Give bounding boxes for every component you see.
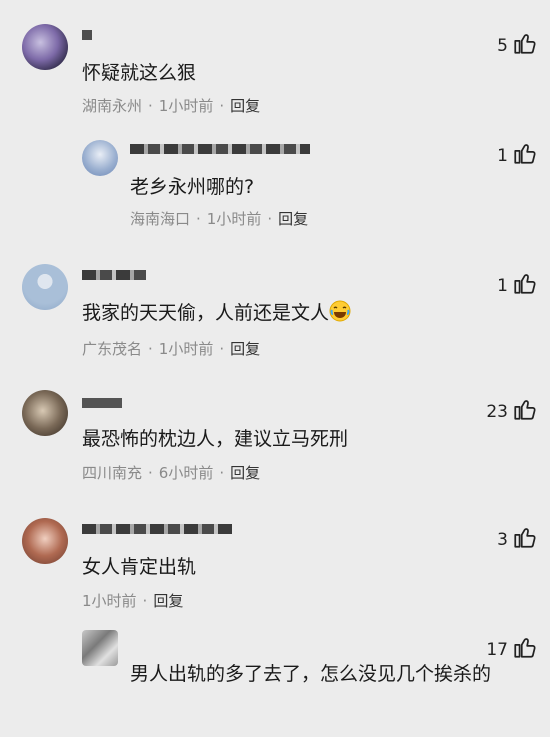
timestamp: 6小时前 bbox=[158, 464, 214, 482]
location: 广东茂名 bbox=[82, 340, 143, 358]
comment-text: 最恐怖的枕边人，建议立马死刑 bbox=[82, 428, 349, 450]
thumbs-up-icon bbox=[512, 396, 538, 427]
username-blurred[interactable] bbox=[82, 398, 122, 408]
comment-text: 我家的天天偷，人前还是文人 bbox=[82, 298, 351, 327]
username-blurred[interactable] bbox=[82, 30, 92, 40]
thumbs-up-icon bbox=[512, 270, 538, 301]
like-count: 1 bbox=[497, 275, 508, 296]
comment-meta: 1小时前 · 回复 bbox=[82, 592, 184, 610]
avatar[interactable] bbox=[22, 390, 68, 436]
comment-meta: 湖南永州 · 1小时前 · 回复 bbox=[82, 97, 261, 115]
thumbs-up-icon bbox=[512, 30, 538, 61]
like-count: 5 bbox=[497, 35, 508, 56]
location: 海南海口 bbox=[130, 210, 191, 228]
like-button[interactable]: 5 bbox=[497, 30, 538, 61]
username-blurred[interactable] bbox=[82, 524, 232, 534]
comment-text: 老乡永州哪的? bbox=[130, 176, 255, 198]
avatar[interactable] bbox=[22, 264, 68, 310]
like-button[interactable]: 23 bbox=[486, 396, 538, 427]
reply-button[interactable]: 回复 bbox=[278, 210, 308, 228]
timestamp: 1小时前 bbox=[158, 340, 214, 358]
like-button[interactable]: 3 bbox=[497, 524, 538, 555]
location: 四川南充 bbox=[82, 464, 143, 482]
comment-text: 女人肯定出轨 bbox=[82, 556, 197, 578]
comment-text-body: 我家的天天偷，人前还是文人 bbox=[82, 302, 330, 324]
avatar[interactable] bbox=[82, 140, 118, 176]
thumbs-up-icon bbox=[512, 140, 538, 171]
like-count: 3 bbox=[497, 529, 508, 550]
timestamp: 1小时前 bbox=[82, 592, 137, 610]
reply-button[interactable]: 回复 bbox=[230, 340, 260, 358]
comment-meta: 海南海口 · 1小时前 · 回复 bbox=[130, 210, 309, 228]
comment-text: 怀疑就这么狠 bbox=[82, 62, 197, 84]
timestamp: 1小时前 bbox=[158, 97, 214, 115]
like-count: 23 bbox=[486, 401, 508, 422]
like-button[interactable]: 1 bbox=[497, 140, 538, 171]
laughing-tears-emoji-icon bbox=[329, 300, 351, 327]
like-button[interactable]: 1 bbox=[497, 270, 538, 301]
reply-button[interactable]: 回复 bbox=[230, 97, 260, 115]
like-button[interactable]: 17 bbox=[486, 634, 538, 665]
avatar[interactable] bbox=[22, 518, 68, 564]
thumbs-up-icon bbox=[512, 634, 538, 665]
reply-button[interactable]: 回复 bbox=[230, 464, 260, 482]
comment-meta: 四川南充 · 6小时前 · 回复 bbox=[82, 464, 261, 482]
like-count: 17 bbox=[486, 639, 508, 660]
username-blurred[interactable] bbox=[130, 144, 310, 154]
username-blurred[interactable] bbox=[82, 270, 146, 280]
location: 湖南永州 bbox=[82, 97, 143, 115]
avatar[interactable] bbox=[82, 630, 118, 666]
like-count: 1 bbox=[497, 145, 508, 166]
reply-button[interactable]: 回复 bbox=[153, 592, 183, 610]
avatar[interactable] bbox=[22, 24, 68, 70]
comment-meta: 广东茂名 · 1小时前 · 回复 bbox=[82, 340, 261, 358]
thumbs-up-icon bbox=[512, 524, 538, 555]
timestamp: 1小时前 bbox=[206, 210, 262, 228]
